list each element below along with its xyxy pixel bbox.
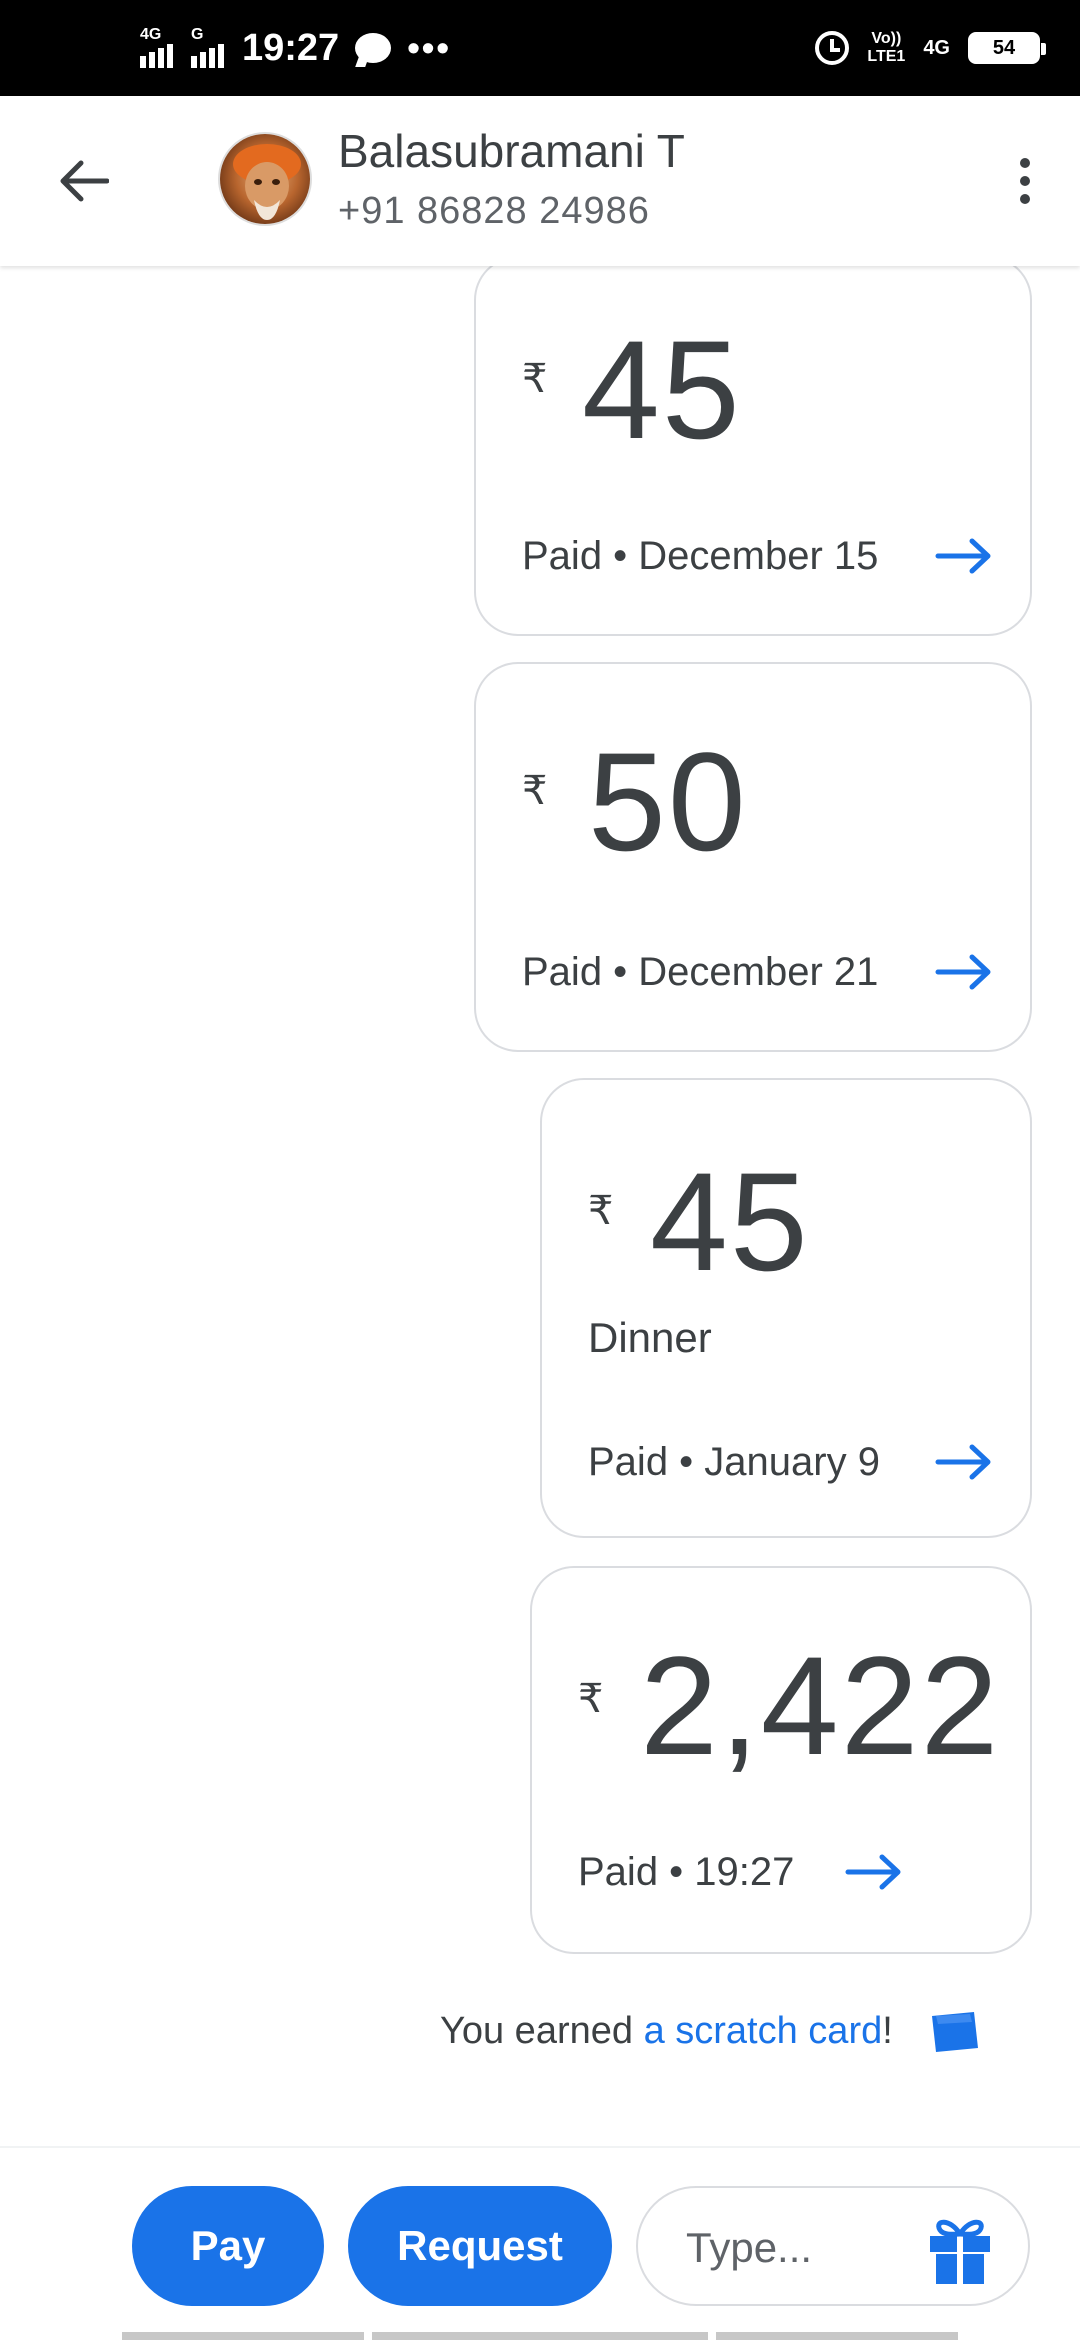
transaction-note: Dinner [588, 1314, 712, 1361]
battery-icon: 54 [968, 32, 1046, 64]
transaction-amount: 45 [650, 1143, 810, 1300]
transaction-amount: 45 [582, 311, 742, 468]
network-type-2: G [191, 26, 204, 43]
volte-top: Vo)) [871, 30, 902, 47]
signal-1-icon: 4G [140, 26, 173, 68]
scratch-card-icon[interactable] [930, 2012, 980, 2054]
contact-name[interactable]: Balasubramani T [338, 124, 685, 178]
network-type-1: 4G [140, 26, 162, 43]
back-button[interactable] [50, 148, 116, 214]
status-left: 4G G 19:27 ••• [140, 18, 451, 78]
transaction-status: Paid • 19:27 [578, 1850, 795, 1894]
currency-symbol: ₹ [522, 357, 548, 401]
forward-arrow-icon [935, 538, 991, 574]
transaction-status: Paid • December 21 [522, 950, 879, 994]
scratch-card-link[interactable]: a scratch card [644, 2010, 883, 2052]
more-options-button[interactable] [1000, 148, 1050, 214]
transaction-card[interactable]: ₹ 45 Paid • December 15 [474, 256, 1032, 636]
currency-symbol: ₹ [588, 1189, 614, 1233]
pay-button[interactable]: Pay [132, 2186, 324, 2306]
transaction-card[interactable]: ₹ 2,422 Paid • 19:27 [530, 1566, 1032, 1954]
transaction-amount: 2,422 [640, 1627, 1001, 1784]
forward-arrow-icon [935, 954, 991, 990]
forward-arrow-icon [845, 1854, 901, 1890]
signal-2-icon: G [191, 26, 224, 68]
alarm-icon [815, 31, 850, 65]
contact-phone: +91 86828 24986 [338, 190, 650, 232]
gift-icon[interactable] [926, 2214, 994, 2286]
bottom-action-bar: Pay Request [0, 2146, 1080, 2340]
reward-suffix: ! [882, 2010, 893, 2052]
more-vert-icon [1020, 158, 1030, 168]
scratch-card-message: You earned a scratch card! [440, 2010, 893, 2053]
chat-header: Balasubramani T +91 86828 24986 [0, 96, 1080, 266]
volte-indicator: Vo)) LTE1 [867, 30, 905, 66]
status-bar: 4G G 19:27 ••• Vo)) LTE1 4G 54 [0, 0, 1080, 96]
message-field[interactable] [636, 2186, 1030, 2306]
currency-symbol: ₹ [522, 769, 548, 813]
chat-icon [355, 33, 392, 63]
clock: 19:27 [242, 26, 340, 69]
reward-prefix: You earned [440, 2010, 644, 2052]
transaction-amount: 50 [588, 723, 748, 880]
transaction-status: Paid • December 15 [522, 534, 879, 578]
request-button[interactable]: Request [348, 2186, 612, 2306]
transaction-card[interactable]: ₹ 45 Dinner Paid • January 9 [540, 1078, 1032, 1538]
message-input[interactable] [686, 2218, 906, 2278]
forward-arrow-icon [935, 1444, 991, 1480]
volte-bottom: LTE1 [867, 48, 906, 65]
avatar[interactable] [218, 132, 312, 226]
avatar-image [220, 134, 310, 224]
network-4g-icon: 4G [923, 36, 950, 59]
status-right: Vo)) LTE1 4G 54 [815, 18, 1046, 78]
back-arrow-icon [60, 160, 109, 202]
battery-level: 54 [992, 36, 1016, 59]
more-notifications-icon: ••• [407, 27, 452, 68]
currency-symbol: ₹ [578, 1677, 604, 1721]
transaction-card[interactable]: ₹ 50 Paid • December 21 [474, 662, 1032, 1052]
transaction-status: Paid • January 9 [588, 1440, 880, 1484]
navigation-strip [0, 2332, 1080, 2340]
